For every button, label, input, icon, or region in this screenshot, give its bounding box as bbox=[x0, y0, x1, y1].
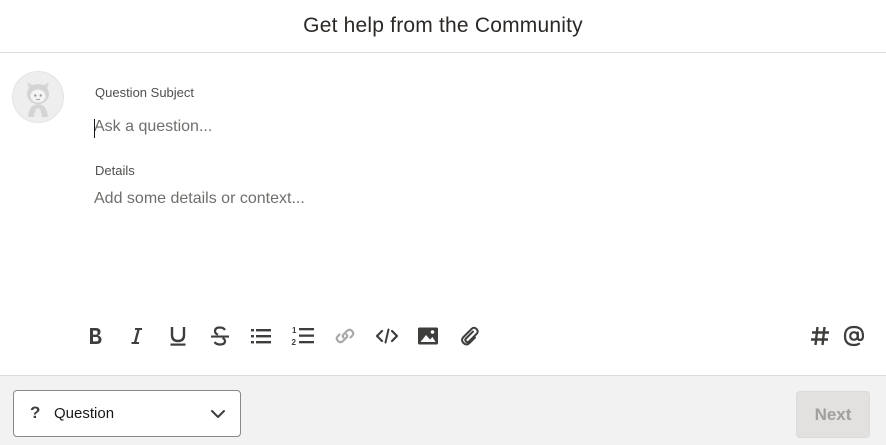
bold-icon bbox=[90, 328, 102, 344]
numbered-list-icon: 1 2 bbox=[292, 326, 314, 347]
modal-header: Get help from the Community bbox=[0, 0, 886, 53]
question-details-input[interactable] bbox=[94, 190, 854, 310]
bold-button[interactable] bbox=[81, 322, 109, 350]
link-icon bbox=[335, 328, 355, 344]
rich-text-toolbar: 1 2 bbox=[0, 318, 886, 354]
link-button[interactable] bbox=[331, 322, 359, 350]
modal-body: Question Subject Details bbox=[0, 53, 886, 375]
italic-icon bbox=[131, 328, 142, 344]
question-mark-icon: ? bbox=[30, 403, 41, 422]
ask-question-modal: Get help from the Community Question Sub… bbox=[0, 0, 886, 445]
bulleted-list-icon bbox=[251, 329, 271, 344]
image-icon bbox=[418, 327, 438, 345]
underline-button[interactable] bbox=[164, 322, 192, 350]
strikethrough-button[interactable] bbox=[206, 322, 234, 350]
svg-text:1: 1 bbox=[292, 326, 297, 335]
italic-button[interactable] bbox=[122, 322, 150, 350]
subject-label: Question Subject bbox=[95, 85, 195, 100]
strikethrough-icon bbox=[211, 326, 229, 346]
post-type-label: Question bbox=[54, 405, 115, 422]
mention-icon bbox=[843, 325, 865, 347]
topic-button[interactable] bbox=[806, 322, 834, 350]
code-icon bbox=[375, 328, 399, 344]
question-subject-input[interactable] bbox=[94, 114, 854, 140]
details-label: Details bbox=[95, 163, 135, 178]
numbered-list-button[interactable]: 1 2 bbox=[289, 322, 317, 350]
user-avatar bbox=[12, 71, 64, 123]
underline-icon bbox=[170, 327, 186, 346]
post-type-select[interactable]: ? Question bbox=[13, 390, 241, 437]
bulleted-list-button[interactable] bbox=[247, 322, 275, 350]
mention-button[interactable] bbox=[840, 322, 868, 350]
hashtag-icon bbox=[811, 326, 829, 346]
modal-title: Get help from the Community bbox=[303, 14, 583, 37]
attach-icon bbox=[461, 326, 479, 346]
image-button[interactable] bbox=[414, 322, 442, 350]
text-caret bbox=[94, 119, 95, 138]
astro-avatar-icon bbox=[27, 82, 49, 117]
modal-footer: ? Question Next bbox=[0, 375, 886, 445]
attach-button[interactable] bbox=[456, 322, 484, 350]
svg-text:2: 2 bbox=[292, 338, 297, 347]
next-button[interactable]: Next bbox=[796, 391, 870, 438]
chevron-down-icon bbox=[211, 410, 225, 418]
code-button[interactable] bbox=[373, 322, 401, 350]
